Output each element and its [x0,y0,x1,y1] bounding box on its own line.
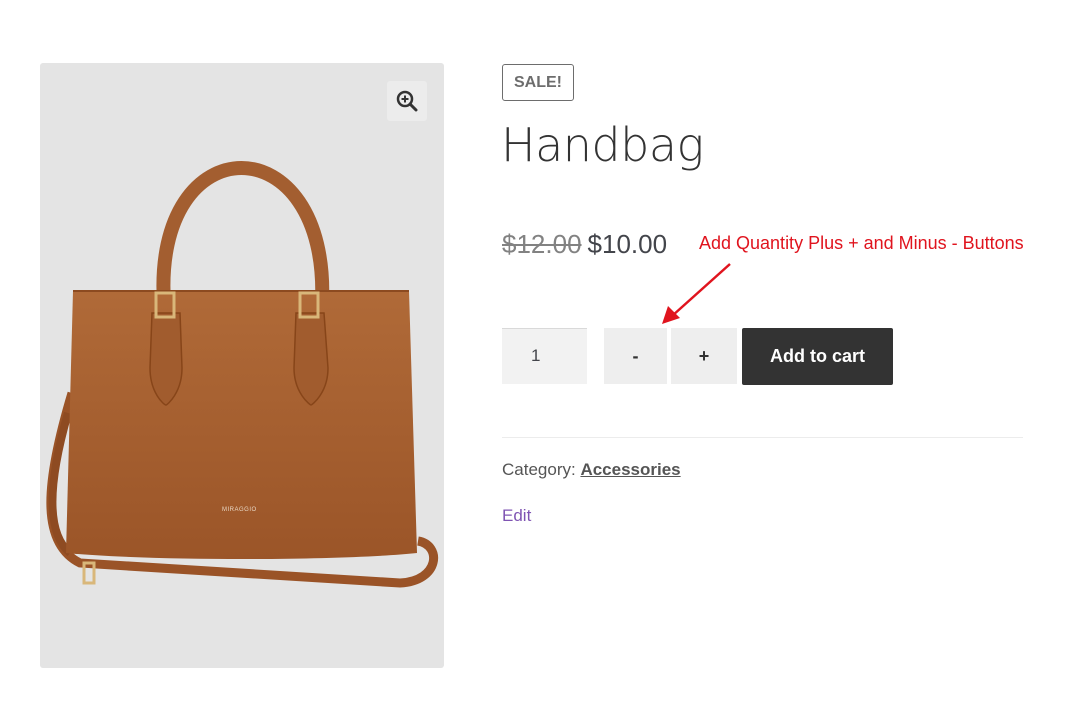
divider [502,437,1023,438]
product-gallery[interactable]: MIRAGGIO [40,63,444,668]
brand-mark: MIRAGGIO [222,507,257,513]
category-label: Category: [502,460,576,479]
quantity-minus-button[interactable]: - [604,328,667,384]
annotation-text: Add Quantity Plus + and Minus - Buttons [699,233,1024,253]
quantity-input[interactable] [502,328,587,384]
add-to-cart-button[interactable]: Add to cart [742,328,893,385]
product-price: $12.00 $10.00 [502,229,667,260]
sale-price: $10.00 [587,229,668,259]
quantity-plus-button[interactable]: + [671,328,737,384]
handbag-image: MIRAGGIO [46,161,438,588]
zoom-in-icon [396,90,418,112]
category-link[interactable]: Accessories [580,460,680,479]
product-meta: Category: Accessories [502,460,681,480]
sale-badge: SALE! [502,64,574,101]
zoom-button[interactable] [387,81,427,121]
product-title: Handbag [501,118,704,172]
old-price: $12.00 [502,229,582,259]
edit-link[interactable]: Edit [502,506,531,526]
